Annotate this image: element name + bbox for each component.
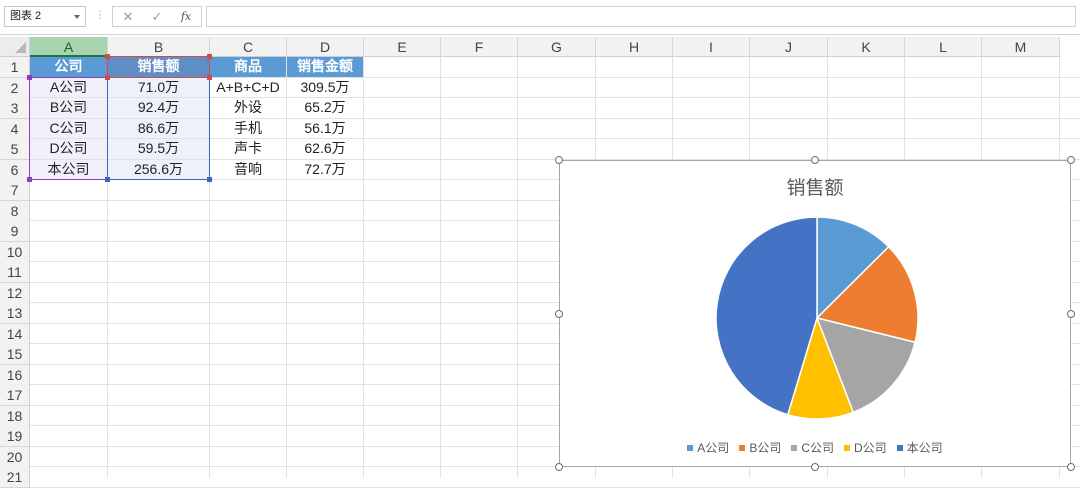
cell-a3[interactable]: B公司 — [30, 98, 107, 118]
cell-c1[interactable]: 商品 — [210, 57, 286, 77]
row-header-13[interactable]: 13 — [0, 303, 30, 324]
row-header-12[interactable]: 12 — [0, 282, 30, 304]
cell-b1[interactable]: 销售额 — [108, 57, 209, 77]
cell-b3[interactable]: 92.4万 — [108, 98, 209, 118]
row-header-2[interactable]: 2 — [0, 77, 30, 99]
cell-a2[interactable]: A公司 — [30, 77, 107, 97]
column-header-h[interactable]: H — [596, 37, 673, 57]
column-header-g[interactable]: G — [518, 37, 596, 57]
row-header-11[interactable]: 11 — [0, 262, 30, 283]
formula-bar: 图表 2 ⋮ ✕ ✓ fx — [0, 0, 1080, 35]
row-header-19[interactable]: 19 — [0, 426, 30, 447]
resize-handle[interactable] — [811, 156, 819, 164]
cell-d5[interactable]: 62.6万 — [287, 139, 363, 159]
column-header-l[interactable]: L — [905, 37, 982, 57]
legend-swatch — [791, 445, 798, 451]
legend-swatch — [739, 445, 746, 451]
row-header-8[interactable]: 8 — [0, 200, 30, 222]
cell-a1[interactable]: 公司 — [30, 57, 107, 77]
resize-handle[interactable] — [555, 156, 563, 164]
legend-label: 本公司 — [906, 441, 943, 455]
insert-function-icon[interactable]: fx — [174, 7, 198, 26]
row-header-16[interactable]: 16 — [0, 364, 30, 386]
enter-icon[interactable]: ✓ — [145, 7, 169, 26]
row-header-17[interactable]: 17 — [0, 385, 30, 406]
name-box[interactable]: 图表 2 — [4, 6, 86, 27]
legend-entry[interactable]: C公司 — [791, 439, 834, 456]
cell-a6[interactable]: 本公司 — [30, 159, 107, 179]
legend-entry[interactable]: 本公司 — [896, 439, 943, 456]
pie-chart[interactable]: 销售额 A公司 B公司 C公司 D公司 本公司 — [559, 160, 1071, 467]
pie-plot-area[interactable] — [560, 161, 1070, 466]
row-header-4[interactable]: 4 — [0, 118, 30, 140]
resize-handle[interactable] — [1067, 463, 1075, 471]
row-header-7[interactable]: 7 — [0, 180, 30, 201]
gridline-v — [363, 57, 364, 478]
cell-a5[interactable]: D公司 — [30, 139, 107, 159]
resize-handle[interactable] — [555, 463, 563, 471]
cell-d3[interactable]: 65.2万 — [287, 98, 363, 118]
gridline-v — [440, 57, 441, 478]
legend-entry[interactable]: A公司 — [687, 439, 729, 456]
row-header-10[interactable]: 10 — [0, 241, 30, 263]
column-header-k[interactable]: K — [828, 37, 905, 57]
row-header-18[interactable]: 18 — [0, 405, 30, 427]
cell-c6[interactable]: 音响 — [210, 160, 286, 180]
formula-bar-grip-icon: ⋮ — [95, 10, 105, 21]
resize-handle[interactable] — [1067, 310, 1075, 318]
cell-d2[interactable]: 309.5万 — [287, 78, 363, 98]
legend-swatch — [896, 445, 903, 451]
column-header-c[interactable]: C — [210, 37, 287, 57]
row-header-3[interactable]: 3 — [0, 98, 30, 119]
gridline-v — [517, 57, 518, 478]
legend-swatch — [844, 445, 850, 451]
cell-c4[interactable]: 手机 — [210, 119, 286, 139]
cell-b6[interactable]: 256.6万 — [108, 159, 209, 179]
legend-label: A公司 — [697, 441, 730, 455]
column-header-d[interactable]: D — [287, 37, 364, 57]
row-header-6[interactable]: 6 — [0, 159, 30, 181]
legend-label: D公司 — [854, 441, 887, 455]
column-header-f[interactable]: F — [441, 37, 518, 57]
legend-label: B公司 — [749, 441, 782, 455]
name-box-value: 图表 2 — [10, 10, 42, 22]
column-header-e[interactable]: E — [364, 37, 441, 57]
column-header-i[interactable]: I — [673, 37, 750, 57]
column-header-j[interactable]: J — [750, 37, 828, 57]
row-header-9[interactable]: 9 — [0, 221, 30, 242]
legend-entry[interactable]: D公司 — [844, 439, 887, 456]
row-header-5[interactable]: 5 — [0, 139, 30, 160]
cell-d1[interactable]: 销售金额 — [287, 57, 363, 77]
cell-c5[interactable]: 声卡 — [210, 139, 286, 159]
row-header-15[interactable]: 15 — [0, 344, 30, 365]
row-header-20[interactable]: 20 — [0, 446, 30, 468]
chevron-down-icon[interactable] — [74, 15, 80, 19]
resize-handle[interactable] — [1067, 156, 1075, 164]
formula-input[interactable] — [206, 6, 1076, 27]
chart-legend[interactable]: A公司 B公司 C公司 D公司 本公司 — [560, 439, 1070, 456]
cell-b4[interactable]: 86.6万 — [108, 118, 209, 138]
column-header-a[interactable]: A — [30, 37, 108, 57]
resize-handle[interactable] — [555, 310, 563, 318]
legend-label: C公司 — [801, 441, 834, 455]
column-header-m[interactable]: M — [982, 37, 1060, 57]
row-header-1[interactable]: 1 — [0, 57, 30, 78]
cell-c3[interactable]: 外设 — [210, 98, 286, 118]
column-header-b[interactable]: B — [108, 37, 210, 57]
cancel-icon[interactable]: ✕ — [116, 7, 140, 26]
legend-entry[interactable]: B公司 — [739, 439, 781, 456]
cell-c2[interactable]: A+B+C+D — [210, 78, 286, 98]
cell-b5[interactable]: 59.5万 — [108, 139, 209, 159]
select-all-button[interactable] — [0, 37, 30, 57]
formula-buttons: ✕ ✓ fx — [112, 6, 202, 27]
cell-b2[interactable]: 71.0万 — [108, 77, 209, 97]
resize-handle[interactable] — [811, 463, 819, 471]
row-header-14[interactable]: 14 — [0, 323, 30, 345]
cell-d4[interactable]: 56.1万 — [287, 119, 363, 139]
cell-a4[interactable]: C公司 — [30, 118, 107, 138]
legend-swatch — [687, 445, 694, 451]
cell-d6[interactable]: 72.7万 — [287, 160, 363, 180]
